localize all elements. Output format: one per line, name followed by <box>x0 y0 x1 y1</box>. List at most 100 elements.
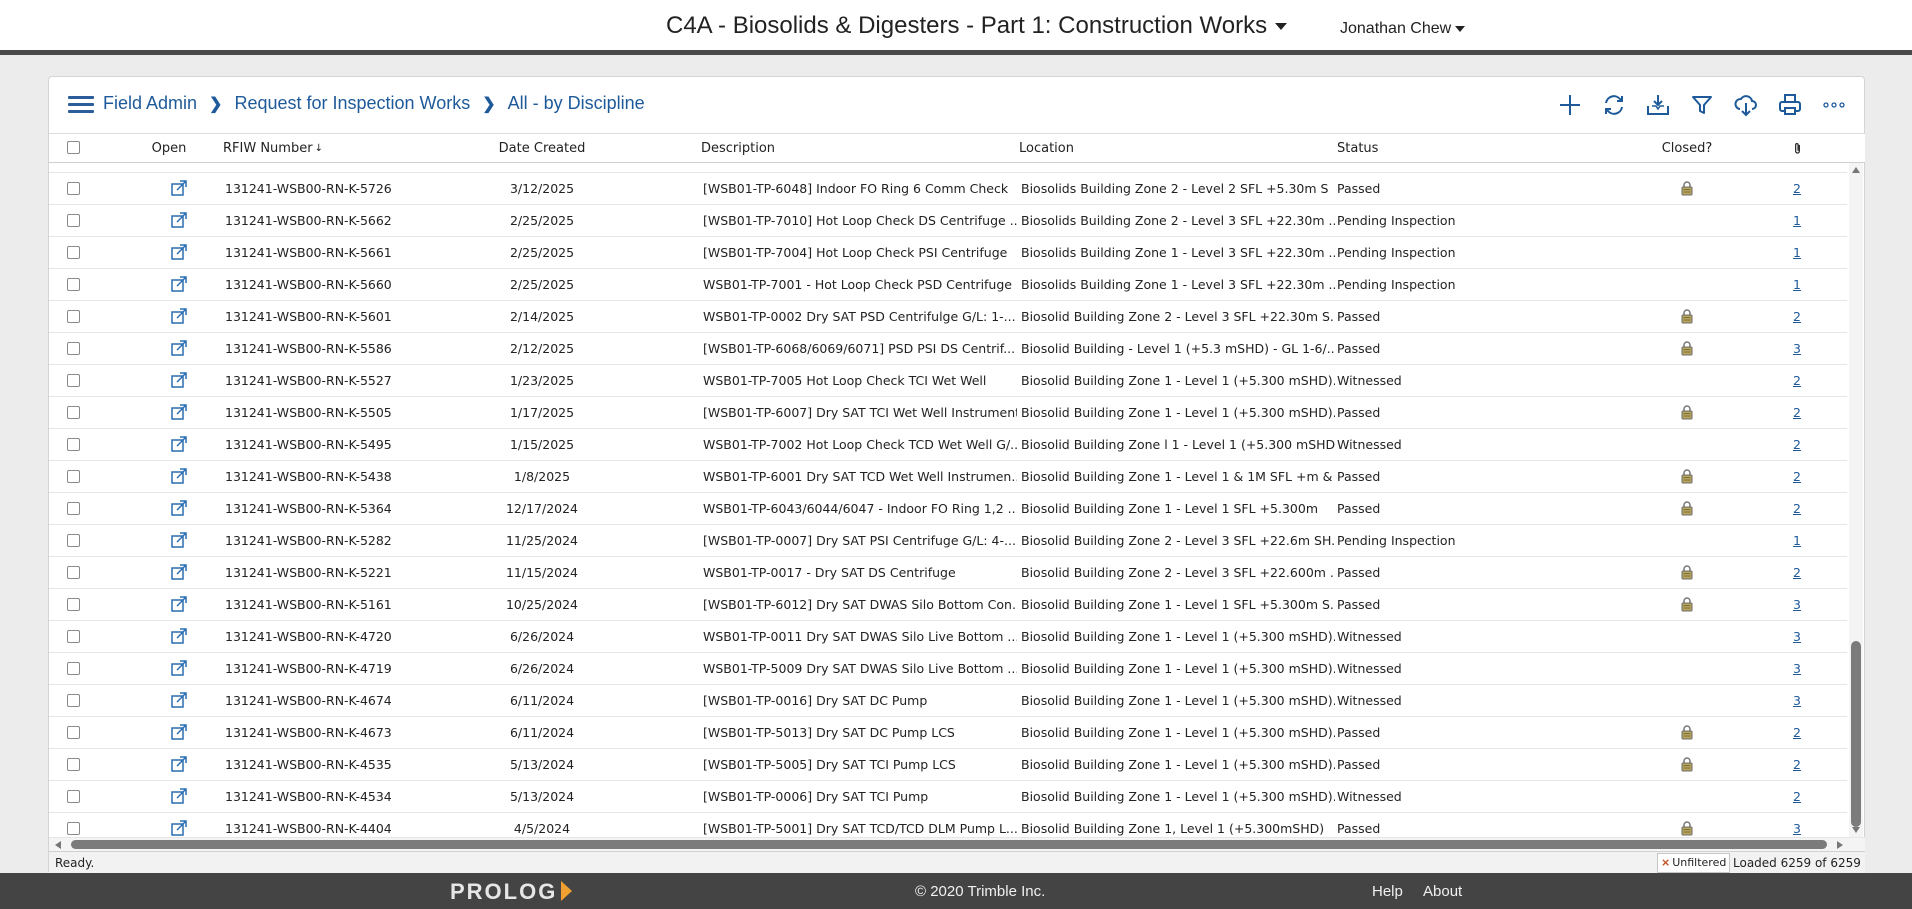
print-button[interactable] <box>1768 89 1812 121</box>
attachments-cell[interactable]: 3 <box>1787 685 1807 717</box>
row-checkbox[interactable] <box>67 269 80 301</box>
attachments-cell[interactable]: 3 <box>1787 589 1807 621</box>
column-rfiw-number[interactable]: RFIW Number ↓ <box>223 134 323 164</box>
attachments-cell[interactable]: 3 <box>1787 813 1807 837</box>
table-row[interactable]: 131241-WSB00-RN-K-5221 11/15/2024 WSB01-TP… <box>49 557 1847 589</box>
scroll-down-icon[interactable] <box>1852 827 1860 833</box>
open-record-icon[interactable] <box>159 557 199 589</box>
column-status[interactable]: Status <box>1337 134 1378 164</box>
row-checkbox[interactable] <box>67 685 80 717</box>
attachments-cell[interactable]: 2 <box>1787 173 1807 205</box>
open-record-icon[interactable] <box>159 653 199 685</box>
column-date-created[interactable]: Date Created <box>447 134 637 164</box>
filter-status[interactable]: ⨯ Unfiltered <box>1657 853 1731 873</box>
vertical-scrollbar[interactable] <box>1849 163 1863 837</box>
attachments-link[interactable]: 1 <box>1793 277 1801 292</box>
add-button[interactable] <box>1548 89 1592 121</box>
attachments-cell[interactable]: 3 <box>1787 621 1807 653</box>
attachments-cell[interactable]: 2 <box>1787 749 1807 781</box>
row-checkbox[interactable] <box>67 525 80 557</box>
row-checkbox[interactable] <box>67 621 80 653</box>
attachments-cell[interactable]: 1 <box>1787 237 1807 269</box>
attachments-cell[interactable]: 2 <box>1787 397 1807 429</box>
about-link[interactable]: About <box>1423 883 1462 900</box>
attachments-cell[interactable]: 2 <box>1787 429 1807 461</box>
column-location[interactable]: Location <box>1019 134 1074 164</box>
table-row[interactable]: 131241-WSB00-RN-K-5726 3/12/2025 [WSB01-TP… <box>49 173 1847 205</box>
table-row[interactable]: 131241-WSB00-RN-K-4720 6/26/2024 WSB01-TP-… <box>49 621 1847 653</box>
select-all-checkbox[interactable] <box>67 134 80 164</box>
open-record-icon[interactable] <box>159 813 199 837</box>
attachments-link[interactable]: 2 <box>1793 181 1801 196</box>
open-record-icon[interactable] <box>159 589 199 621</box>
breadcrumb-view[interactable]: All - by Discipline <box>508 93 645 114</box>
row-checkbox[interactable] <box>67 397 80 429</box>
table-row[interactable]: 131241-WSB00-RN-K-5495 1/15/2025 WSB01-TP-… <box>49 429 1847 461</box>
row-checkbox[interactable] <box>67 461 80 493</box>
table-row[interactable]: 131241-WSB00-RN-K-4674 6/11/2024 [WSB01-TP… <box>49 685 1847 717</box>
attachments-cell[interactable]: 1 <box>1787 525 1807 557</box>
open-record-icon[interactable] <box>159 461 199 493</box>
table-row[interactable]: 131241-WSB00-RN-K-4673 6/11/2024 [WSB01-TP… <box>49 717 1847 749</box>
table-row[interactable]: 131241-WSB00-RN-K-5662 2/25/2025 [WSB01-TP… <box>49 205 1847 237</box>
attachments-cell[interactable]: 2 <box>1787 557 1807 589</box>
scroll-up-icon[interactable] <box>1852 167 1860 173</box>
attachments-link[interactable]: 3 <box>1793 693 1801 708</box>
row-checkbox[interactable] <box>67 173 80 205</box>
attachments-link[interactable]: 2 <box>1793 309 1801 324</box>
column-description[interactable]: Description <box>701 134 775 164</box>
attachments-link[interactable]: 3 <box>1793 821 1801 836</box>
table-row[interactable]: 131241-WSB00-RN-K-5661 2/25/2025 [WSB01-TP… <box>49 237 1847 269</box>
attachments-link[interactable]: 2 <box>1793 757 1801 772</box>
row-checkbox[interactable] <box>67 749 80 781</box>
attachments-link[interactable]: 2 <box>1793 469 1801 484</box>
attachments-link[interactable]: 2 <box>1793 725 1801 740</box>
attachments-cell[interactable]: 1 <box>1787 269 1807 301</box>
attachments-cell[interactable]: 2 <box>1787 365 1807 397</box>
attachments-link[interactable]: 3 <box>1793 597 1801 612</box>
attachments-link[interactable]: 2 <box>1793 789 1801 804</box>
column-closed[interactable]: Closed? <box>1637 134 1737 164</box>
help-link[interactable]: Help <box>1372 883 1403 900</box>
breadcrumb-rfiw[interactable]: Request for Inspection Works <box>234 93 470 114</box>
table-row[interactable]: 131241-WSB00-RN-K-5527 1/23/2025 WSB01-TP-… <box>49 365 1847 397</box>
scroll-left-icon[interactable] <box>55 841 61 849</box>
open-record-icon[interactable] <box>159 429 199 461</box>
attachments-link[interactable]: 3 <box>1793 661 1801 676</box>
open-record-icon[interactable] <box>159 237 199 269</box>
attachments-link[interactable]: 3 <box>1793 341 1801 356</box>
row-checkbox[interactable] <box>67 653 80 685</box>
row-checkbox[interactable] <box>67 237 80 269</box>
scroll-right-icon[interactable] <box>1837 841 1843 849</box>
table-row[interactable]: 131241-WSB00-RN-K-5660 2/25/2025 WSB01-TP-… <box>49 269 1847 301</box>
attachments-link[interactable]: 1 <box>1793 213 1801 228</box>
table-row[interactable]: 131241-WSB00-RN-K-5438 1/8/2025 WSB01-TP-6… <box>49 461 1847 493</box>
open-record-icon[interactable] <box>159 205 199 237</box>
table-row[interactable]: 131241-WSB00-RN-K-5282 11/25/2024 [WSB01-T… <box>49 525 1847 557</box>
attachments-cell[interactable]: 2 <box>1787 717 1807 749</box>
row-checkbox[interactable] <box>67 301 80 333</box>
open-record-icon[interactable] <box>159 493 199 525</box>
open-record-icon[interactable] <box>159 525 199 557</box>
project-selector[interactable]: C4A - Biosolids & Digesters - Part 1: Co… <box>666 12 1288 40</box>
column-open[interactable]: Open <box>139 134 199 164</box>
open-record-icon[interactable] <box>159 781 199 813</box>
table-row[interactable]: 131241-WSB00-RN-K-5601 2/14/2025 WSB01-TP-… <box>49 301 1847 333</box>
breadcrumb-field-admin[interactable]: Field Admin <box>103 93 197 114</box>
table-row[interactable]: 131241-WSB00-RN-K-4719 6/26/2024 WSB01-TP-… <box>49 653 1847 685</box>
attachments-link[interactable]: 2 <box>1793 437 1801 452</box>
row-checkbox[interactable] <box>67 493 80 525</box>
attachments-cell[interactable]: 2 <box>1787 301 1807 333</box>
open-record-icon[interactable] <box>159 685 199 717</box>
import-button[interactable] <box>1636 89 1680 121</box>
open-record-icon[interactable] <box>159 717 199 749</box>
row-checkbox[interactable] <box>67 813 80 837</box>
user-menu[interactable]: Jonathan Chew <box>1340 20 1466 38</box>
table-row[interactable]: 131241-WSB00-RN-K-5505 1/17/2025 [WSB01-TP… <box>49 397 1847 429</box>
row-checkbox[interactable] <box>67 163 80 173</box>
horizontal-scrollbar[interactable] <box>49 837 1865 851</box>
attachments-link[interactable]: 2 <box>1793 501 1801 516</box>
table-row[interactable]: 131241-WSB00-RN-K-4534 5/13/2024 [WSB01-TP… <box>49 781 1847 813</box>
open-record-icon[interactable] <box>159 749 199 781</box>
open-record-icon[interactable] <box>159 269 199 301</box>
